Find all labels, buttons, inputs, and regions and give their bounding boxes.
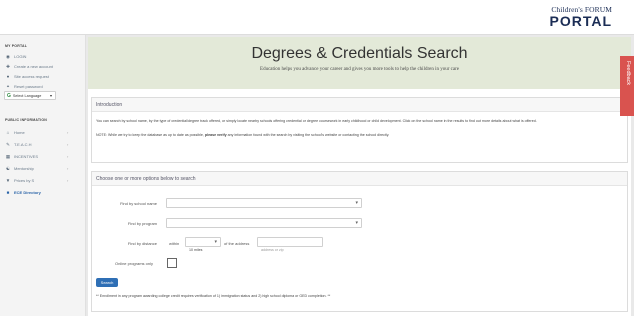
sidebar-item-prices[interactable]: ▼ Prices by S ›	[5, 176, 69, 185]
login-icon: ◉	[6, 53, 10, 59]
intro-heading: Introduction	[92, 98, 627, 112]
chevron-right-icon: ›	[67, 166, 69, 171]
program-label: Find by program	[127, 221, 157, 226]
sidebar-title-my-portal: MY PORTAL	[5, 44, 28, 48]
portal-logo[interactable]: Children's FORUM PORTAL	[549, 5, 612, 28]
sidebar-item-label: LOGIN	[14, 54, 27, 59]
sidebar-item-label: Reset password	[14, 84, 43, 89]
miles-select[interactable]: 10 miles ▾	[185, 237, 221, 252]
key-icon: ⚭	[6, 83, 10, 89]
feedback-label: Feedback	[625, 61, 631, 86]
google-icon: G	[7, 92, 11, 99]
sidebar-item-label: INCENTIVES	[14, 154, 39, 159]
chevron-down-icon: ▾	[49, 93, 52, 98]
address-input[interactable]: address or zip	[257, 237, 323, 252]
program-select[interactable]: ▾	[166, 218, 362, 228]
sidebar-item-label: Mentorship	[14, 166, 34, 171]
sidebar-item-label: Create a new account	[14, 64, 53, 69]
address-placeholder: address or zip	[261, 248, 284, 252]
online-only-label: Online programs only	[114, 261, 153, 266]
chevron-down-icon: ▾	[355, 200, 358, 206]
sidebar-item-home[interactable]: ⌂ Home ›	[5, 128, 69, 137]
logo-line-2: PORTAL	[549, 13, 612, 29]
sidebar-item-label: Prices by S	[14, 178, 35, 183]
top-bar: Children's FORUM PORTAL	[0, 0, 634, 35]
sidebar-item-teach[interactable]: ✎ T.E.A.C.H ›	[5, 140, 68, 149]
mentor-icon: ☯	[5, 165, 11, 171]
sidebar-item-ece-directory[interactable]: ■ ECE Directory	[5, 188, 41, 197]
school-name-select[interactable]: ▾	[166, 198, 362, 208]
search-heading: Choose one or more options below to sear…	[92, 172, 627, 186]
sidebar-title-public: PUBLIC INFORMATION	[5, 118, 48, 122]
online-only-checkbox[interactable]	[167, 258, 177, 268]
chevron-down-icon: ▾	[214, 239, 217, 245]
home-icon: ⌂	[6, 130, 10, 135]
page-title: Degrees & Credentials Search	[251, 45, 468, 62]
search-panel: Choose one or more options below to sear…	[91, 171, 628, 312]
chevron-down-icon: ▾	[355, 220, 358, 226]
sidebar-item-incentives[interactable]: ▦ INCENTIVES ›	[5, 152, 68, 161]
sidebar-item-label: Site access request	[14, 74, 49, 79]
language-label: Select Language	[12, 93, 42, 98]
language-select[interactable]: G Select Language ▾	[4, 91, 56, 100]
directory-icon: ■	[6, 190, 10, 195]
enrollment-footnote: ** Enrollment in any program awarding co…	[96, 294, 331, 298]
sidebar: MY PORTAL ◉ LOGIN ✚ Create a new account…	[0, 35, 86, 316]
search-button[interactable]: Search	[96, 278, 118, 287]
sidebar-item-mentorship[interactable]: ☯ Mentorship ›	[5, 164, 68, 173]
user-icon: ●	[6, 74, 10, 79]
chevron-right-icon: ›	[67, 178, 69, 183]
chevron-right-icon: ›	[67, 154, 69, 159]
sidebar-item-label: T.E.A.C.H	[14, 142, 32, 147]
sidebar-item-login[interactable]: ◉ LOGIN	[5, 52, 26, 61]
sidebar-item-reset-password[interactable]: ⚭ Reset password	[5, 82, 43, 91]
sidebar-item-label: ECE Directory	[14, 190, 41, 195]
of-address-label: of the address	[224, 241, 250, 246]
school-name-label: Find by school name	[120, 201, 157, 206]
miles-value: 10 miles	[189, 248, 203, 252]
teach-icon: ✎	[6, 141, 10, 147]
main-content: Degrees & Credentials Search Education h…	[88, 37, 631, 316]
intro-note: NOTE: While we try to keep the database …	[96, 133, 621, 138]
filter-icon: ▼	[5, 178, 11, 183]
add-user-icon: ✚	[6, 63, 10, 69]
note-bold: please verify	[204, 133, 227, 137]
chevron-right-icon: ›	[67, 142, 69, 147]
hero-banner: Degrees & Credentials Search Education h…	[88, 37, 631, 89]
sidebar-item-site-access[interactable]: ● Site access request	[5, 72, 49, 81]
sidebar-item-create-account[interactable]: ✚ Create a new account	[5, 62, 53, 71]
chevron-right-icon: ›	[67, 130, 69, 135]
within-label: within	[169, 241, 180, 246]
intro-paragraph: You can search by school name, by the ty…	[96, 119, 537, 123]
sidebar-item-label: Home	[14, 130, 25, 135]
incentives-icon: ▦	[5, 153, 11, 159]
distance-label: Find by distance	[127, 241, 157, 246]
note-suffix: any information found with the search by…	[227, 133, 390, 137]
page-subtitle: Education helps you advance your career …	[260, 67, 459, 72]
feedback-tab[interactable]: Feedback	[620, 56, 634, 116]
intro-panel: Introduction You can search by school na…	[91, 97, 628, 163]
note-prefix: NOTE: While we try to keep the database …	[96, 133, 204, 137]
